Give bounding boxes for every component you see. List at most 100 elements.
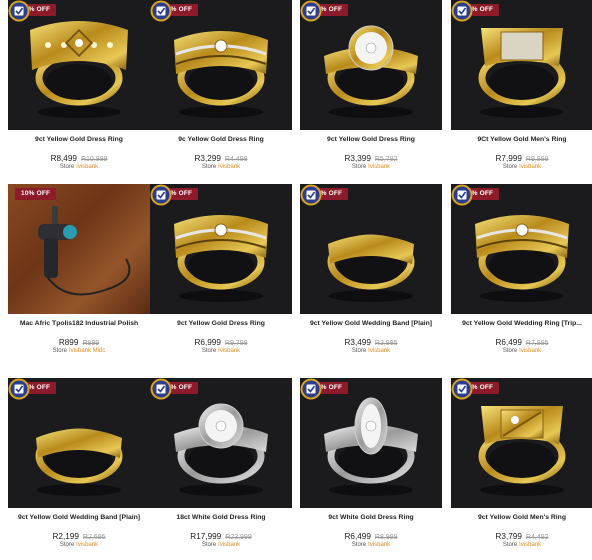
store-line: Store Ivisbank xyxy=(8,542,150,548)
sale-price: R8,499 xyxy=(50,154,77,163)
store-label: Store xyxy=(502,164,518,170)
verified-seal-icon xyxy=(8,378,30,400)
product-image[interactable]: 27% OFF xyxy=(150,0,292,130)
store-link[interactable]: Ivisbank xyxy=(368,542,390,548)
product-card[interactable]: 25% OFF 18ct White Gold Dress Ring R17,999… xyxy=(150,378,292,560)
product-card[interactable]: 15% OFF 9ct Yellow Gold Men's Ring R3,799 R… xyxy=(451,378,592,560)
store-link[interactable]: Ivisbank xyxy=(76,542,98,548)
sale-price: R2,199 xyxy=(52,532,79,541)
store-link[interactable]: Ivisbank xyxy=(218,348,240,354)
sale-price: R6,999 xyxy=(194,338,221,347)
product-image[interactable]: 15% OFF xyxy=(451,378,592,508)
store-line: Store Ivisbank xyxy=(451,348,592,354)
product-image[interactable]: 41% OFF xyxy=(300,0,442,130)
product-image[interactable]: 29% OFF xyxy=(150,184,292,314)
product-card[interactable]: 23% OFF 9ct Yellow Gold Dress Ring R8,499 R… xyxy=(8,0,150,182)
verified-seal-icon xyxy=(150,184,172,206)
original-price: R8,999 xyxy=(374,534,398,541)
original-price: R23,999 xyxy=(225,534,252,541)
store-link[interactable]: Ivisbank xyxy=(218,542,240,548)
verified-seal-icon xyxy=(451,184,473,206)
sale-price: R899 xyxy=(58,338,79,347)
product-card[interactable]: 20% OFF 9Ct Yellow Gold Men's Ring R7,999 R… xyxy=(451,0,592,182)
product-grid: 23% OFF 9ct Yellow Gold Dress Ring R8,499 R… xyxy=(0,0,592,560)
verified-seal-icon xyxy=(150,0,172,22)
product-title[interactable]: 18ct White Gold Dress Ring xyxy=(150,514,292,521)
product-image[interactable]: 12% OFF xyxy=(300,184,442,314)
store-label: Store xyxy=(52,348,67,354)
store-label: Store xyxy=(351,542,367,548)
store-link[interactable]: Ivisbank xyxy=(519,348,541,354)
sale-price: R3,799 xyxy=(495,532,522,541)
store-link[interactable]: Ivisbank xyxy=(519,164,541,170)
store-line: Store Ivisbank xyxy=(150,348,292,354)
sale-price: R3,299 xyxy=(194,154,221,163)
product-image[interactable]: 25% OFF xyxy=(150,378,292,508)
sale-price: R3,399 xyxy=(344,154,371,163)
product-title[interactable]: Mac Afric Tpolis182 Industrial Polish xyxy=(8,320,150,327)
store-line: Store Ivisbank xyxy=(300,164,442,170)
product-image[interactable]: 23% OFF xyxy=(300,378,442,508)
product-card[interactable]: 18% OFF 9ct Yellow Gold Wedding Band [Pla… xyxy=(8,378,150,560)
store-link[interactable]: Ivisbank xyxy=(218,164,240,170)
product-title[interactable]: 9ct Yellow Gold Dress Ring xyxy=(8,136,150,143)
original-price: R4,499 xyxy=(224,156,248,163)
verified-seal-icon xyxy=(451,378,473,400)
sale-price: R7,999 xyxy=(495,154,522,163)
discount-badge: 10% OFF xyxy=(15,188,57,200)
verified-seal-icon xyxy=(300,184,322,206)
store-label: Store xyxy=(201,348,217,354)
ring-illustration xyxy=(38,206,131,296)
original-price: R3,995 xyxy=(374,340,398,347)
product-card[interactable]: 23% OFF 9ct White Gold Dress Ring R6,499 R8… xyxy=(300,378,442,560)
product-title[interactable]: 9c Yellow Gold Dress Ring xyxy=(150,136,292,143)
original-price: R10,999 xyxy=(80,156,108,163)
store-label: Store xyxy=(201,542,217,548)
product-card[interactable]: 10% OFF Mac Afric Tpolis182 Industrial Po… xyxy=(8,184,150,366)
product-image[interactable]: 18% OFF xyxy=(8,378,150,508)
product-title[interactable]: 9ct Yellow Gold Men's Ring xyxy=(451,514,592,521)
product-image[interactable]: 23% OFF xyxy=(8,0,150,130)
original-price: R5,792 xyxy=(374,156,398,163)
sale-price: R6,499 xyxy=(495,338,522,347)
store-label: Store xyxy=(502,348,518,354)
original-price: R4,492 xyxy=(525,534,549,541)
product-title[interactable]: 9ct Yellow Gold Wedding Band [Plain] xyxy=(300,320,442,327)
store-line: Store Ivisbank xyxy=(8,164,150,170)
product-title[interactable]: 9ct Yellow Gold Wedding Ring [Trip... xyxy=(451,320,592,327)
product-image[interactable]: 10% OFF xyxy=(8,184,150,314)
verified-seal-icon xyxy=(150,378,172,400)
original-price: R9,999 xyxy=(525,156,549,163)
product-title[interactable]: 9Ct Yellow Gold Men's Ring xyxy=(451,136,592,143)
sale-price: R17,999 xyxy=(190,532,222,541)
product-card[interactable]: 29% OFF 9ct Yellow Gold Dress Ring R6,999 R… xyxy=(150,184,292,366)
original-price: R9,799 xyxy=(224,340,248,347)
product-title[interactable]: 9ct Yellow Gold Wedding Band [Plain] xyxy=(8,514,150,521)
store-line: Store Ivisbank xyxy=(451,164,592,170)
product-title[interactable]: 9ct White Gold Dress Ring xyxy=(300,514,442,521)
store-link[interactable]: Ivisbank xyxy=(368,164,390,170)
verified-seal-icon xyxy=(451,0,473,22)
store-link[interactable]: Ivisbank xyxy=(368,348,390,354)
product-card[interactable]: 27% OFF 9c Yellow Gold Dress Ring R3,299 R4… xyxy=(150,0,292,182)
store-link[interactable]: Ivisbank Midc xyxy=(69,348,105,354)
product-title[interactable]: 9ct Yellow Gold Dress Ring xyxy=(150,320,292,327)
store-label: Store xyxy=(502,542,518,548)
original-price: R999 xyxy=(82,340,100,347)
product-card[interactable]: 41% OFF 9ct Yellow Gold Dress Ring R3,399 R… xyxy=(300,0,442,182)
product-card[interactable]: 12% OFF 9ct Yellow Gold Wedding Band [Pla… xyxy=(300,184,442,366)
store-link[interactable]: Ivisbank xyxy=(76,164,98,170)
original-price: R7,995 xyxy=(525,340,549,347)
product-image[interactable]: 20% OFF xyxy=(451,0,592,130)
product-card[interactable]: 19% OFF 9ct Yellow Gold Wedding Ring [Tri… xyxy=(451,184,592,366)
sale-price: R6,499 xyxy=(344,532,371,541)
store-label: Store xyxy=(351,164,367,170)
store-link[interactable]: Ivisbank xyxy=(519,542,541,548)
sale-price: R3,499 xyxy=(344,338,371,347)
verified-seal-icon xyxy=(8,0,30,22)
product-title[interactable]: 9ct Yellow Gold Dress Ring xyxy=(300,136,442,143)
store-label: Store xyxy=(59,164,75,170)
product-image[interactable]: 19% OFF xyxy=(451,184,592,314)
store-line: Store Ivisbank xyxy=(300,348,442,354)
original-price: R2,695 xyxy=(82,534,106,541)
